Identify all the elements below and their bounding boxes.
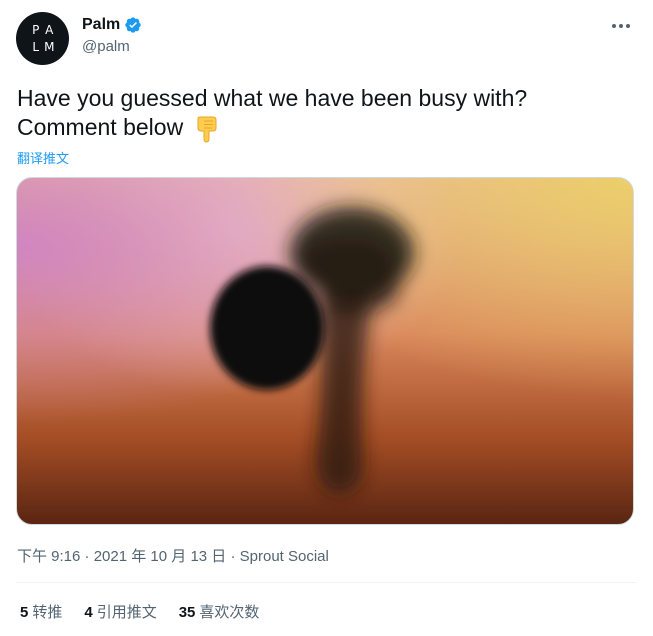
avatar-letter: A (45, 23, 54, 38)
tweet: P A L M Palm @palm Have you guessed what… (0, 0, 653, 636)
translate-tweet-link[interactable]: 翻译推文 (17, 148, 69, 167)
tweet-source[interactable]: Sprout Social (240, 548, 329, 565)
meta-separator: · (230, 548, 236, 565)
quote-tweets-stat[interactable]: 4 引用推文 (84, 601, 156, 622)
tweet-date[interactable]: 2021 年 10 月 13 日 (94, 548, 227, 565)
pointing-down-hand-icon (194, 115, 220, 143)
author-name-row[interactable]: Palm (82, 16, 142, 34)
likes-count: 35 (178, 604, 196, 621)
retweets-stat[interactable]: 5 转推 (20, 601, 62, 622)
avatar-letter: L (32, 39, 40, 54)
avatar-letter: M (44, 39, 55, 54)
tweet-time[interactable]: 下午 9:16 (17, 548, 80, 565)
likes-label: 喜欢次数 (199, 604, 260, 621)
divider (16, 582, 636, 583)
quote-tweets-label: 引用推文 (96, 604, 157, 621)
likes-stat[interactable]: 35 喜欢次数 (179, 601, 260, 622)
tweet-image[interactable] (16, 177, 634, 525)
quote-tweets-count: 4 (84, 604, 93, 621)
blurred-earbud-image (210, 207, 414, 495)
meta-separator: · (84, 548, 90, 565)
tweet-text-body: Have you guessed what we have been busy … (17, 85, 528, 140)
avatar-letter: P (32, 23, 40, 38)
verified-badge-icon (124, 16, 142, 34)
tweet-stats: 5 转推 4 引用推文 35 喜欢次数 (20, 601, 259, 622)
tweet-text: Have you guessed what we have been busy … (17, 84, 617, 143)
tweet-meta: 下午 9:16 · 2021 年 10 月 13 日 · Sprout Soci… (17, 545, 329, 566)
more-options-icon[interactable] (609, 14, 633, 38)
retweets-label: 转推 (32, 604, 63, 621)
author-name[interactable]: Palm (82, 16, 120, 34)
avatar[interactable]: P A L M (16, 12, 69, 65)
author-handle[interactable]: @palm (82, 38, 130, 55)
retweets-count: 5 (20, 604, 29, 621)
